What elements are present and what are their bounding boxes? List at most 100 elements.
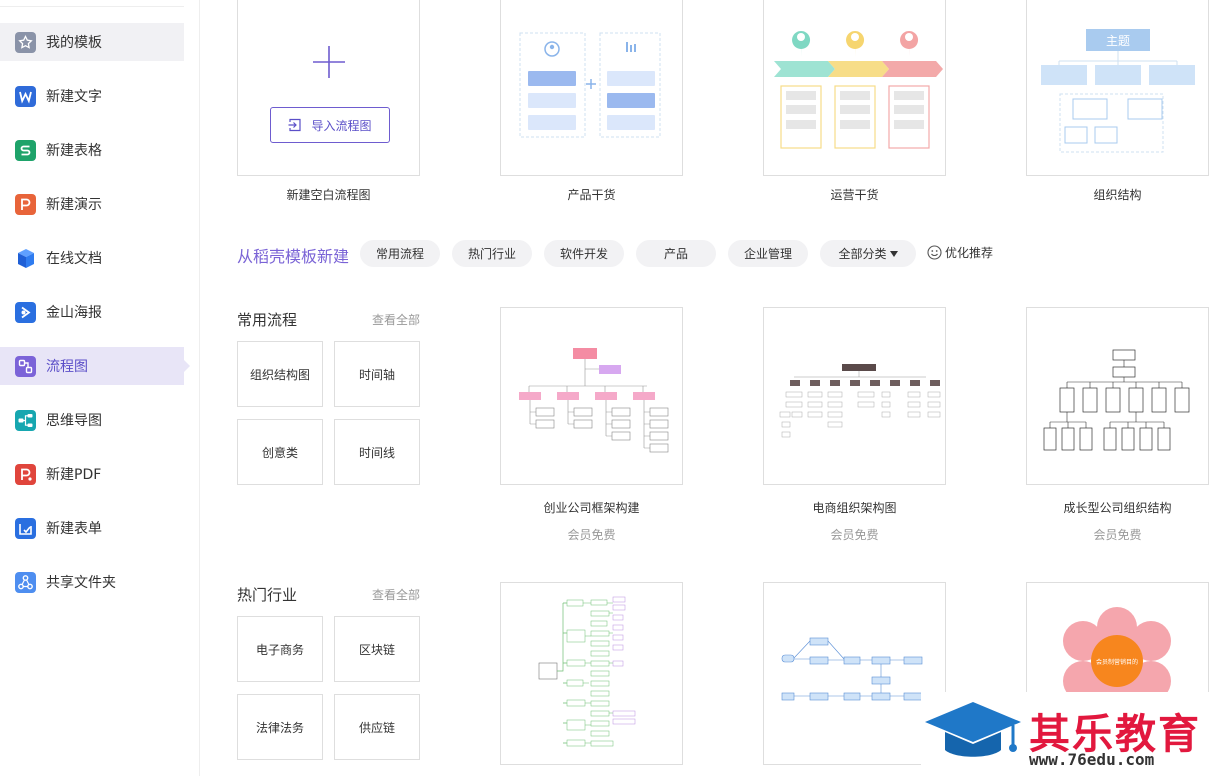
see-all-link[interactable]: 查看全部 xyxy=(372,311,420,328)
filter-product[interactable]: 产品 xyxy=(636,240,716,267)
sidebar-item-label: 共享文件夹 xyxy=(46,575,116,591)
member-free-badge: 会员免费 xyxy=(830,528,879,542)
sidebar-item-label: 新建演示 xyxy=(46,197,102,213)
sidebar-item-flowchart[interactable]: 流程图 xyxy=(0,347,190,385)
growth-company-preview-image xyxy=(1043,349,1190,451)
category-item-label: 区块链 xyxy=(358,642,395,657)
optimize-recommend-button[interactable]: 优化推荐 xyxy=(927,244,993,261)
category-item[interactable]: 电子商务 xyxy=(237,616,323,682)
category-title: 热门行业 xyxy=(237,586,298,604)
category-item-label: 供应链 xyxy=(358,720,395,735)
blank-flowchart-card[interactable]: 导入流程图 xyxy=(237,0,420,176)
card-title: 新建空白流程图 xyxy=(286,188,371,202)
category-item[interactable]: 时间线 xyxy=(334,419,420,485)
startup-framework-preview-image xyxy=(519,348,669,453)
category-item-label: 电子商务 xyxy=(255,642,304,657)
plus-icon xyxy=(313,46,345,78)
card-title: 创业公司框架构建 xyxy=(543,501,640,515)
template-card-product[interactable] xyxy=(500,0,683,176)
sidebar-item-label: 新建表格 xyxy=(46,143,102,159)
sidebar-item-new-presentation[interactable]: 新建演示 xyxy=(0,185,184,223)
flowchart-icon xyxy=(15,355,36,377)
product-preview-image xyxy=(519,32,661,138)
template-card-ecommerce-org[interactable] xyxy=(763,307,946,485)
process-flow-preview-image xyxy=(781,637,923,701)
import-icon xyxy=(288,118,302,132)
card-title: 组织结构 xyxy=(1093,188,1142,202)
sidebar-item-new-word[interactable]: 新建文字 xyxy=(0,77,184,115)
sidebar-item-label: 新建表单 xyxy=(46,521,102,537)
sidebar-item-label: 在线文档 xyxy=(46,251,102,267)
sidebar-item-new-pdf[interactable]: 新建PDF xyxy=(0,455,184,493)
filter-all-categories-dropdown[interactable]: 全部分类 xyxy=(820,240,916,267)
sidebar-item-label: 新建文字 xyxy=(46,89,102,105)
sidebar: 我的模板 新建文字 新建表格 新建演示 在线文档 金山海报 流程图 思维导图 新… xyxy=(0,0,200,776)
category-item[interactable]: 区块链 xyxy=(334,616,420,682)
shared-folder-icon xyxy=(15,571,36,593)
sidebar-top-divider xyxy=(0,6,184,7)
graduation-cap-icon xyxy=(925,702,1021,757)
category-item[interactable]: 法律法务 xyxy=(237,694,323,760)
filter-hot-industry[interactable]: 热门行业 xyxy=(452,240,532,267)
poster-icon xyxy=(15,301,36,323)
form-icon xyxy=(15,517,36,539)
category-item-label: 时间轴 xyxy=(358,367,395,382)
sidebar-item-label: 思维导图 xyxy=(46,413,102,429)
word-icon xyxy=(15,85,36,107)
sidebar-item-label: 流程图 xyxy=(46,359,88,375)
filter-label: 产品 xyxy=(663,247,688,261)
template-card-process-flow[interactable] xyxy=(763,582,946,765)
filter-enterprise-management[interactable]: 企业管理 xyxy=(728,240,808,267)
marketing-center-text: 会员制营销目的 xyxy=(1096,658,1138,666)
mindmap-icon xyxy=(15,409,36,431)
presentation-icon xyxy=(15,193,36,215)
import-flowchart-button[interactable]: 导入流程图 xyxy=(270,107,390,143)
sidebar-item-new-form[interactable]: 新建表单 xyxy=(0,509,184,547)
filter-common-flow[interactable]: 常用流程 xyxy=(360,240,440,267)
sidebar-item-poster[interactable]: 金山海报 xyxy=(0,293,184,331)
category-item-label: 创意类 xyxy=(261,445,298,460)
watermark-url: www.76edu.com xyxy=(1029,750,1155,769)
card-title: 运营干货 xyxy=(830,188,879,202)
online-doc-icon xyxy=(15,248,36,269)
star-icon xyxy=(15,31,36,53)
sidebar-item-shared-folder[interactable]: 共享文件夹 xyxy=(0,563,184,601)
sidebar-item-my-templates[interactable]: 我的模板 xyxy=(0,23,184,61)
sidebar-item-new-sheet[interactable]: 新建表格 xyxy=(0,131,184,169)
filter-label: 全部分类 xyxy=(838,247,887,261)
see-all-link[interactable]: 查看全部 xyxy=(372,586,420,603)
member-free-badge: 会员免费 xyxy=(1093,528,1142,542)
filter-label: 软件开发 xyxy=(559,247,608,261)
sidebar-item-online-doc[interactable]: 在线文档 xyxy=(0,239,184,277)
org-preview-title: 主题 xyxy=(1106,34,1130,48)
mindmap-preview-image xyxy=(538,596,636,747)
org-structure-preview-image: 主题 xyxy=(1041,29,1195,153)
sidebar-item-mindmap[interactable]: 思维导图 xyxy=(0,401,184,439)
category-item-label: 法律法务 xyxy=(255,720,304,735)
recommend-label: 优化推荐 xyxy=(945,246,994,260)
template-card-startup-framework[interactable] xyxy=(500,307,683,485)
card-title: 成长型公司组织结构 xyxy=(1063,501,1172,515)
card-title: 电商组织架构图 xyxy=(812,501,897,515)
category-item-label: 时间线 xyxy=(358,445,395,460)
filter-label: 热门行业 xyxy=(467,247,516,261)
ecommerce-org-preview-image xyxy=(779,364,941,438)
category-item[interactable]: 时间轴 xyxy=(334,341,420,407)
category-item[interactable]: 供应链 xyxy=(334,694,420,760)
category-item[interactable]: 创意类 xyxy=(237,419,323,485)
template-card-org-structure[interactable]: 主题 xyxy=(1026,0,1209,176)
template-card-operations[interactable] xyxy=(763,0,946,176)
operations-preview-image xyxy=(774,31,943,149)
template-section-title: 从稻壳模板新建 xyxy=(237,247,350,266)
smile-icon xyxy=(927,245,942,260)
sidebar-item-label: 金山海报 xyxy=(46,305,102,321)
category-title: 常用流程 xyxy=(237,311,298,329)
card-title: 产品干货 xyxy=(567,188,616,202)
main-content: 导入流程图 新建空白流程图 产品干货 运营干货 主题 组织结构 从稻壳模板新建 … xyxy=(201,0,1221,776)
sidebar-item-label: 新建PDF xyxy=(46,467,102,483)
category-item[interactable]: 组织结构图 xyxy=(237,341,323,407)
template-card-mindmap[interactable] xyxy=(500,582,683,765)
template-card-growth-company-org[interactable] xyxy=(1026,307,1209,485)
sidebar-item-label: 我的模板 xyxy=(46,35,102,51)
filter-software-dev[interactable]: 软件开发 xyxy=(544,240,624,267)
